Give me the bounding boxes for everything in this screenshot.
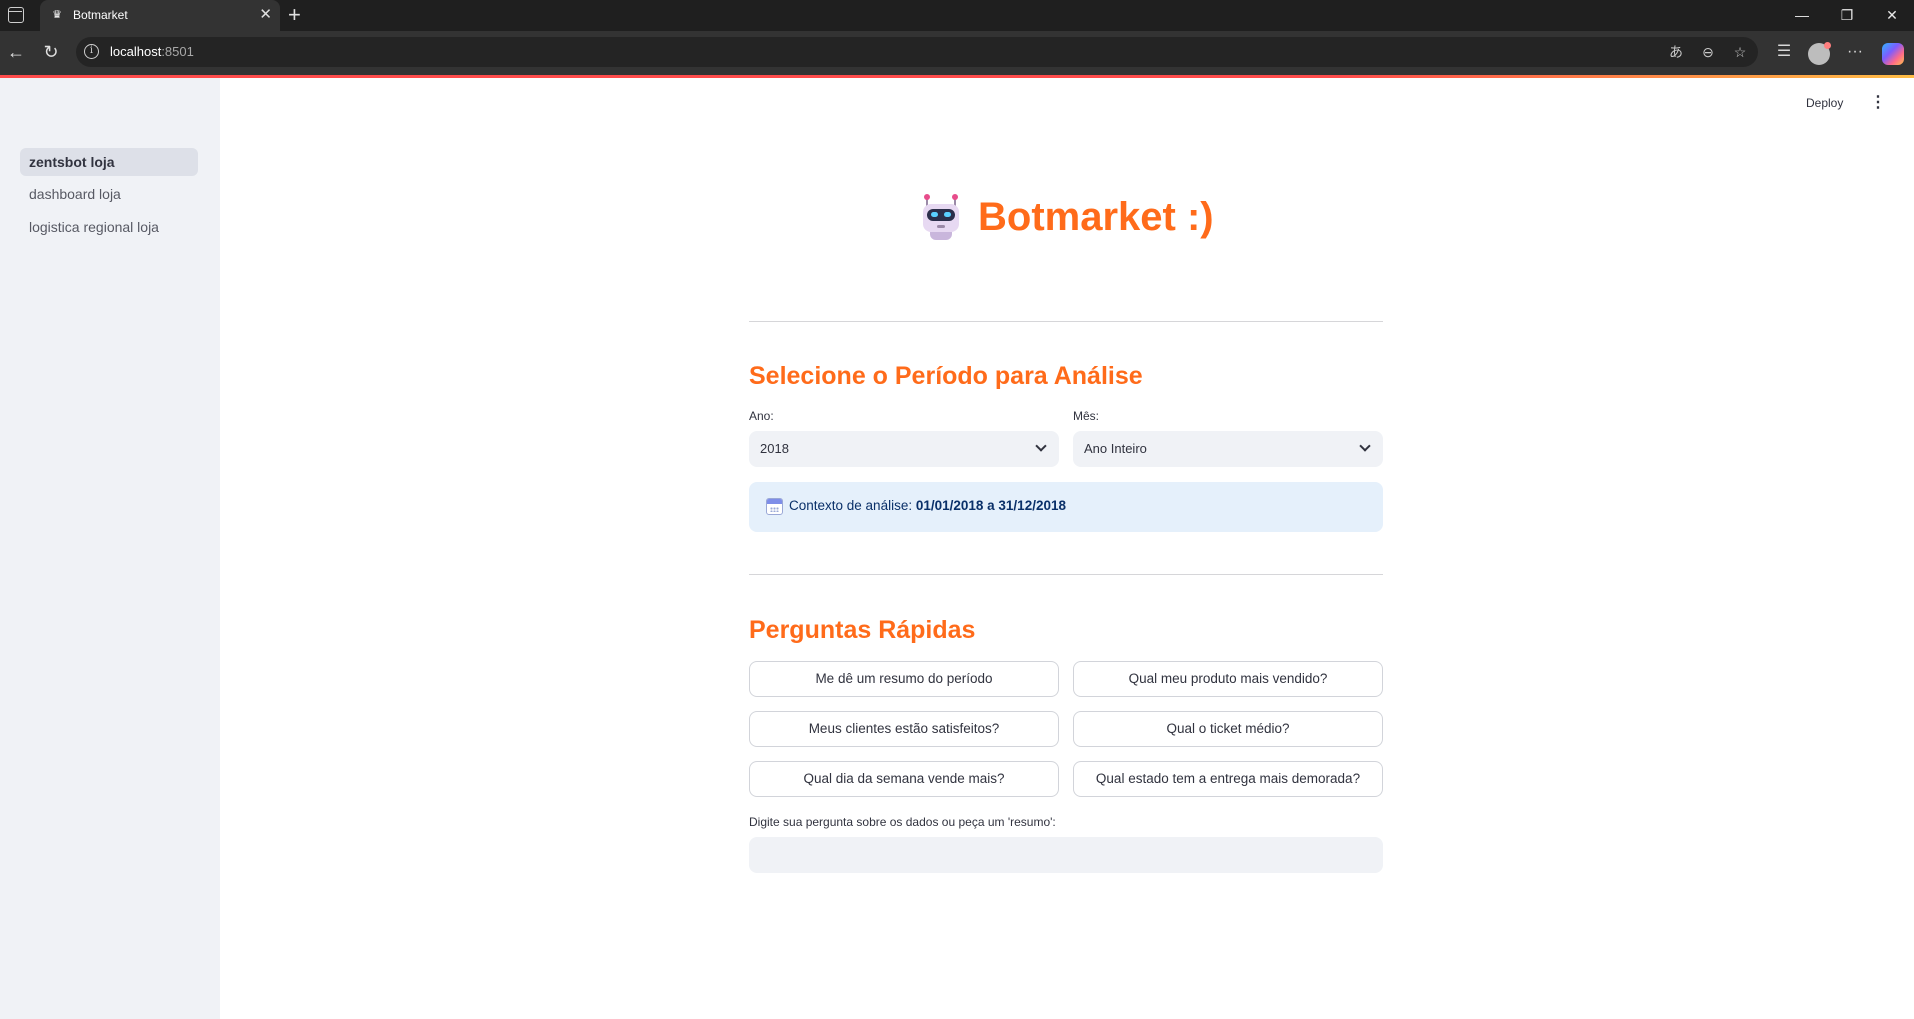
hero-title: Botmarket :) <box>978 194 1214 239</box>
site-info-icon[interactable]: i <box>84 44 99 59</box>
sidebar-item-logistica-regional-loja[interactable]: logistica regional loja <box>20 213 198 241</box>
translate-icon[interactable]: あ <box>1664 42 1688 62</box>
streamlit-favicon-icon: ♛ <box>52 9 62 21</box>
new-tab-icon[interactable]: + <box>288 3 301 27</box>
chevron-down-icon <box>1359 440 1371 452</box>
sidebar: zentsbot loja dashboard loja logistica r… <box>0 78 220 1019</box>
year-select[interactable]: 2018 <box>749 431 1059 467</box>
page-title: Botmarket :) <box>918 193 1214 241</box>
close-tab-icon[interactable]: ✕ <box>259 6 272 24</box>
chevron-down-icon <box>1035 440 1047 452</box>
year-label: Ano: <box>749 409 774 423</box>
copilot-icon[interactable] <box>1882 43 1904 65</box>
sidebar-item-dashboard-loja[interactable]: dashboard loja <box>20 180 198 208</box>
tab-actions-icon[interactable] <box>8 7 24 23</box>
browser-tab[interactable]: ♛ Botmarket ✕ <box>40 0 280 31</box>
browser-tab-strip: ♛ Botmarket ✕ + — ❐ ✕ <box>0 0 1914 31</box>
year-select-value: 2018 <box>760 441 789 456</box>
quick-question-button[interactable]: Me dê um resumo do período <box>749 661 1059 697</box>
address-bar[interactable]: i localhost:8501 あ ⊖ ☆ <box>76 37 1758 67</box>
quick-question-button[interactable]: Qual dia da semana vende mais? <box>749 761 1059 797</box>
calendar-icon <box>766 498 783 515</box>
quick-question-button[interactable]: Qual estado tem a entrega mais demorada? <box>1073 761 1383 797</box>
quick-question-button[interactable]: Meus clientes estão satisfeitos? <box>749 711 1059 747</box>
more-menu-icon[interactable]: ··· <box>1842 41 1868 63</box>
favorites-icon[interactable]: ☰ <box>1771 41 1797 63</box>
deploy-button[interactable]: Deploy <box>1806 96 1843 110</box>
month-select[interactable]: Ano Inteiro <box>1073 431 1383 467</box>
month-select-value: Ano Inteiro <box>1084 441 1147 456</box>
profile-avatar[interactable] <box>1808 42 1831 65</box>
minimize-icon[interactable]: — <box>1782 4 1822 26</box>
back-icon[interactable]: ← <box>4 41 28 63</box>
quick-question-button[interactable]: Qual o ticket médio? <box>1073 711 1383 747</box>
period-section-title: Selecione o Período para Análise <box>749 362 1143 390</box>
robot-icon <box>918 194 964 240</box>
analysis-context-alert: Contexto de análise: 01/01/2018 a 31/12/… <box>749 482 1383 532</box>
zoom-out-icon[interactable]: ⊖ <box>1696 42 1720 62</box>
quick-questions-title: Perguntas Rápidas <box>749 616 976 644</box>
quick-question-button[interactable]: Qual meu produto mais vendido? <box>1073 661 1383 697</box>
analysis-context-text: Contexto de análise: 01/01/2018 a 31/12/… <box>789 498 1066 513</box>
restore-icon[interactable]: ❐ <box>1827 4 1867 26</box>
question-input-label: Digite sua pergunta sobre os dados ou pe… <box>749 815 1056 829</box>
favorite-star-icon[interactable]: ☆ <box>1728 42 1752 62</box>
main-menu-icon[interactable]: ⋮ <box>1870 94 1886 112</box>
address-toolbar: ← ↻ i localhost:8501 あ ⊖ ☆ ☰ ··· <box>0 31 1914 75</box>
window-close-icon[interactable]: ✕ <box>1872 4 1912 26</box>
question-input[interactable] <box>749 837 1383 873</box>
url-text: localhost:8501 <box>110 44 194 59</box>
sidebar-item-zentsbot-loja[interactable]: zentsbot loja <box>20 148 198 176</box>
divider <box>749 574 1383 575</box>
tab-title: Botmarket <box>73 8 128 22</box>
month-label: Mês: <box>1073 409 1100 423</box>
divider <box>749 321 1383 322</box>
reload-icon[interactable]: ↻ <box>39 41 63 63</box>
